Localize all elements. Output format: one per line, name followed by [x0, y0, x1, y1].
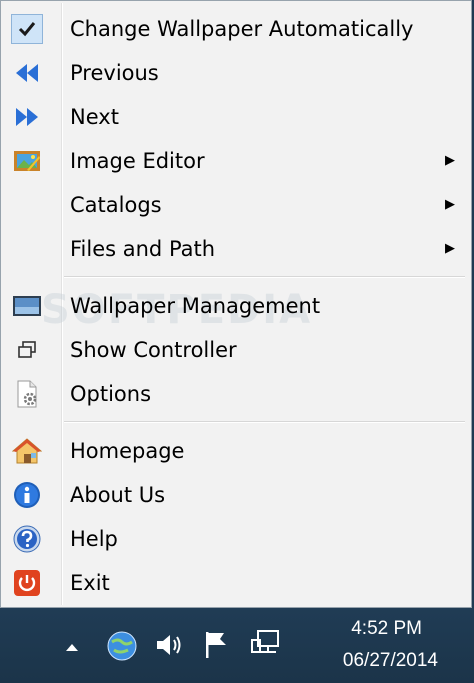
action-center-flag-icon[interactable] — [202, 628, 232, 664]
menu-separator — [64, 421, 465, 423]
menu-item-label: Options — [70, 382, 152, 406]
menu-item-label: Exit — [70, 571, 110, 595]
menu-item-label: Help — [70, 527, 118, 551]
menu-item-label: Homepage — [70, 439, 185, 463]
menu-item-label: Catalogs — [70, 193, 162, 217]
submenu-arrow-icon: ▶ — [445, 197, 455, 212]
menu-item-next[interactable]: Next — [3, 95, 469, 139]
menu-item-change-wallpaper-automatically[interactable]: Change Wallpaper Automatically — [3, 7, 469, 51]
speaker-icon[interactable] — [155, 630, 183, 664]
network-icon[interactable] — [251, 628, 283, 664]
menu-item-label: Image Editor — [70, 149, 205, 173]
menu-item-label: Change Wallpaper Automatically — [70, 17, 414, 41]
submenu-arrow-icon: ▶ — [445, 153, 455, 168]
image-editor-icon — [11, 146, 43, 176]
menu-item-label: Previous — [70, 61, 159, 85]
menu-item-show-controller[interactable]: Show Controller — [3, 328, 469, 372]
menu-item-files-and-path[interactable]: Files and Path ▶ — [3, 227, 469, 271]
menu-item-label: Wallpaper Management — [70, 294, 321, 318]
menu-item-label: About Us — [70, 483, 166, 507]
menu-item-previous[interactable]: Previous — [3, 51, 469, 95]
power-icon — [11, 568, 43, 598]
taskbar: 4:52 PM 06/27/2014 — [0, 608, 474, 683]
menu-item-help[interactable]: Help — [3, 517, 469, 561]
menu-item-label: Files and Path — [70, 237, 216, 261]
context-menu: SOFTPEDIA Change Wallpaper Automatically… — [0, 0, 472, 608]
menu-item-options[interactable]: Options — [3, 372, 469, 416]
menu-item-catalogs[interactable]: Catalogs ▶ — [3, 183, 469, 227]
menu-item-homepage[interactable]: Homepage — [3, 429, 469, 473]
checkmark-icon — [11, 14, 43, 44]
help-icon — [11, 524, 43, 554]
menu-item-image-editor[interactable]: Image Editor ▶ — [3, 139, 469, 183]
globe-app-icon[interactable] — [106, 630, 138, 666]
menu-item-label: Show Controller — [70, 338, 237, 362]
menu-item-about-us[interactable]: About Us — [3, 473, 469, 517]
menu-item-label: Next — [70, 105, 119, 129]
settings-document-icon — [11, 379, 43, 409]
clock-date[interactable]: 06/27/2014 — [343, 650, 438, 672]
menu-item-exit[interactable]: Exit — [3, 561, 469, 605]
fast-forward-icon — [11, 102, 43, 132]
clock-time[interactable]: 4:52 PM — [351, 618, 422, 640]
house-icon — [11, 436, 43, 466]
show-hidden-icons-arrow-icon[interactable] — [64, 638, 80, 657]
monitor-icon — [11, 291, 43, 321]
info-icon — [11, 480, 43, 510]
restore-window-icon — [11, 335, 43, 365]
menu-item-wallpaper-management[interactable]: Wallpaper Management — [3, 284, 469, 328]
rewind-icon — [11, 58, 43, 88]
submenu-arrow-icon: ▶ — [445, 241, 455, 256]
menu-separator — [64, 276, 465, 278]
